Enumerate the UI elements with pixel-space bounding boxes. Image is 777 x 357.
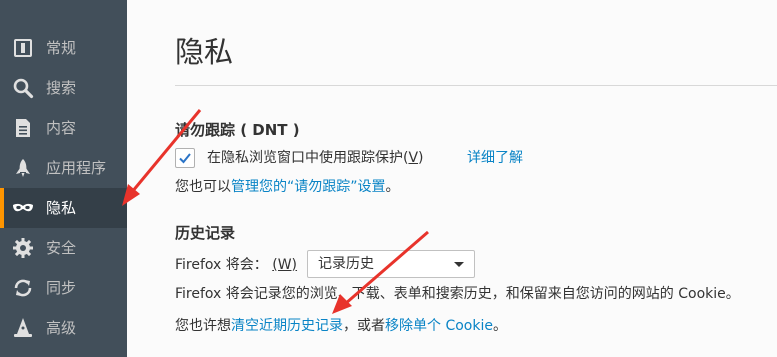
history-heading: 历史记录 xyxy=(175,224,236,242)
search-icon xyxy=(13,78,34,99)
sidebar-item-search[interactable]: 搜索 xyxy=(0,68,127,108)
history-mode-value: 记录历史 xyxy=(318,256,374,272)
manage-dnt-text: 您也可以管理您的“请勿跟踪”设置。 xyxy=(175,179,400,195)
sidebar-item-general[interactable]: 常规 xyxy=(0,28,127,68)
sidebar-item-label: 常规 xyxy=(46,39,77,57)
sync-icon xyxy=(14,279,32,297)
clear-recent-history-link[interactable]: 清空近期历史记录 xyxy=(231,318,343,334)
sidebar-item-label: 内容 xyxy=(46,119,77,137)
remove-cookies-link[interactable]: 移除单个 Cookie xyxy=(385,318,493,334)
mask-icon xyxy=(13,203,33,212)
dnt-heading: 请勿跟踪 ( DNT ) xyxy=(175,121,300,139)
sidebar-item-security[interactable]: 安全 xyxy=(0,228,127,268)
learn-more-link[interactable]: 详细了解 xyxy=(467,148,523,168)
sidebar-item-label: 应用程序 xyxy=(46,159,107,177)
checkmark-icon xyxy=(179,153,191,164)
sidebar: 常规 搜索 内容 应用程序 隐私 安全 同步 高级 xyxy=(0,0,127,357)
sidebar-item-content[interactable]: 内容 xyxy=(0,108,127,148)
privacy-pane: 隐私 请勿跟踪 ( DNT ) 在隐私浏览窗口中使用跟踪保护(V) 详细了解 您… xyxy=(127,0,777,357)
rocket-icon xyxy=(16,159,30,177)
history-description: Firefox 将会记录您的浏览、下载、表单和搜索历史，和保留来自您访问的网站的… xyxy=(175,286,740,302)
sidebar-item-label: 隐私 xyxy=(46,199,77,217)
sidebar-item-sync[interactable]: 同步 xyxy=(0,268,127,308)
sidebar-item-label: 同步 xyxy=(46,279,77,297)
chevron-down-icon xyxy=(454,262,464,267)
sidebar-item-label: 搜索 xyxy=(46,79,77,97)
wizard-hat-icon xyxy=(14,318,32,337)
general-icon xyxy=(14,39,32,57)
sidebar-item-advanced[interactable]: 高级 xyxy=(0,308,127,348)
manage-dnt-link[interactable]: 管理您的“请勿跟踪”设置 xyxy=(231,179,386,195)
tracking-protection-checkbox[interactable] xyxy=(175,148,195,168)
sidebar-item-privacy[interactable]: 隐私 xyxy=(0,188,127,228)
content-icon xyxy=(16,119,30,137)
sidebar-item-label: 安全 xyxy=(46,239,77,257)
history-mode-label: Firefox 将会： (W) xyxy=(175,257,298,273)
sidebar-item-label: 高级 xyxy=(46,319,77,337)
title-divider xyxy=(175,85,777,86)
gear-icon xyxy=(13,238,33,258)
page-title: 隐私 xyxy=(175,35,234,69)
history-mode-select[interactable]: 记录历史 xyxy=(307,250,475,278)
sidebar-item-applications[interactable]: 应用程序 xyxy=(0,148,127,188)
clear-history-text: 您也许想清空近期历史记录，或者移除单个 Cookie。 xyxy=(175,318,507,334)
tracking-protection-label[interactable]: 在隐私浏览窗口中使用跟踪保护(V) xyxy=(207,148,424,168)
